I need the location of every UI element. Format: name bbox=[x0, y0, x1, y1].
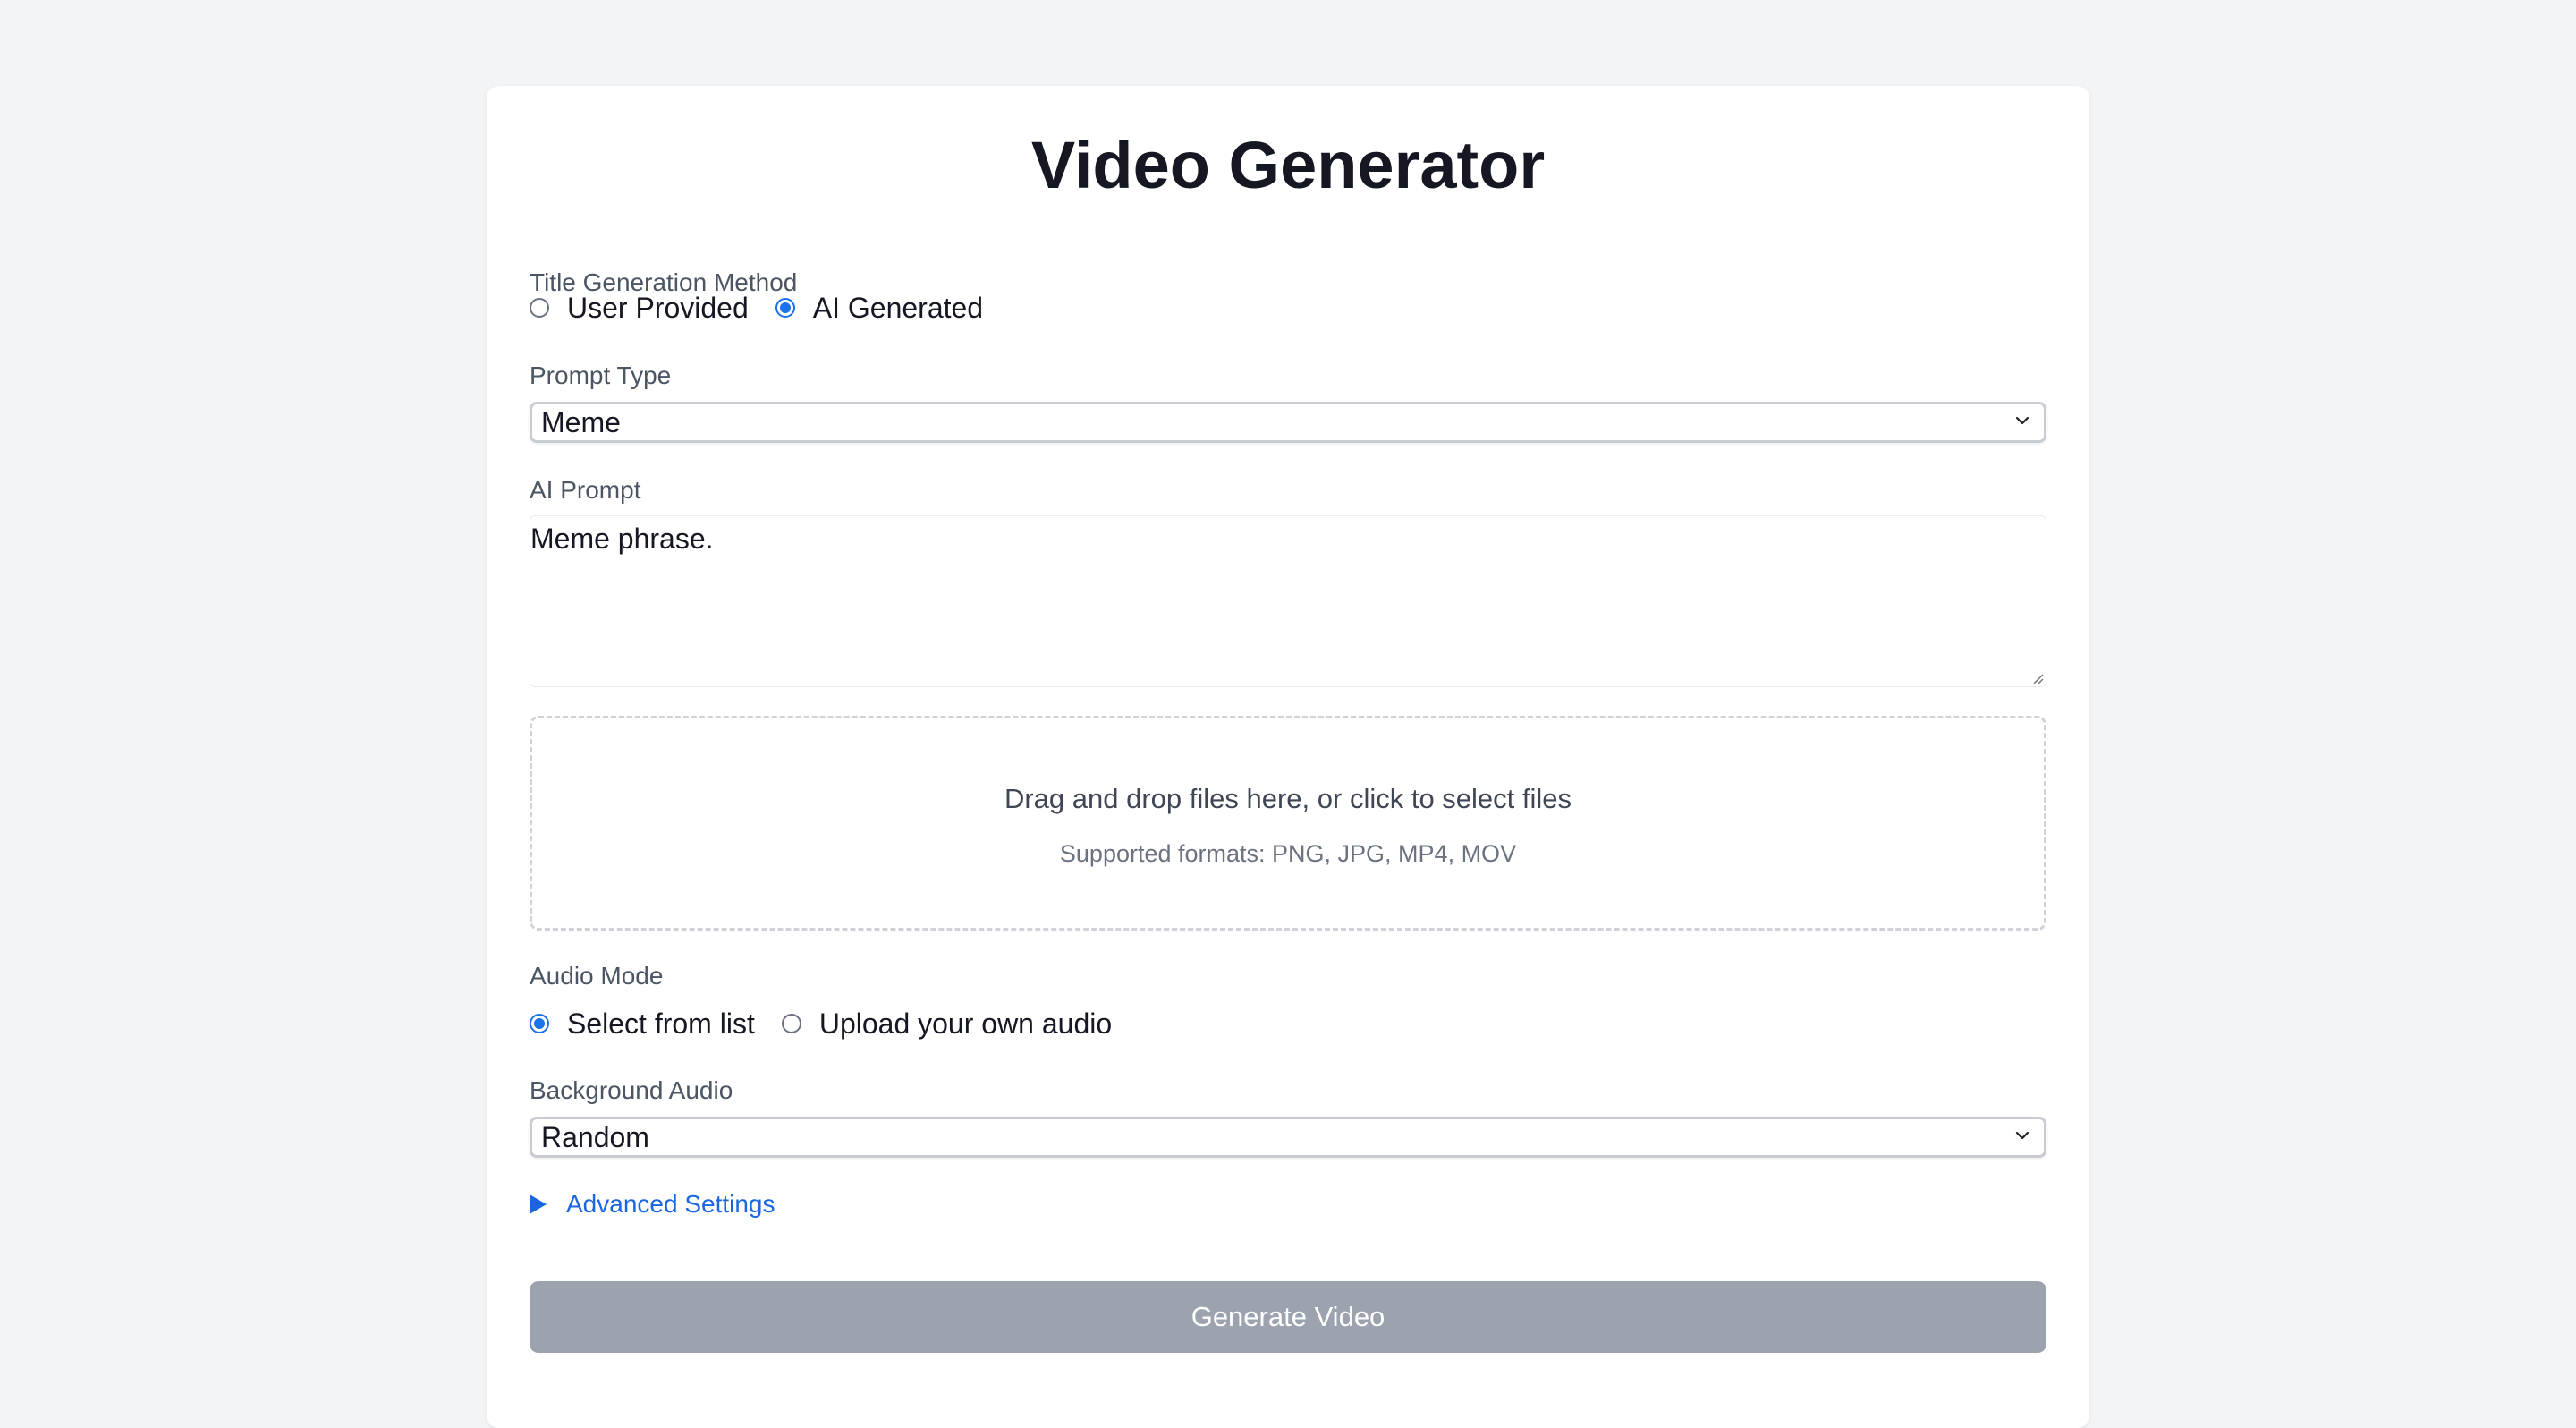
triangle-right-icon bbox=[530, 1194, 547, 1214]
radio-label-upload-audio: Upload your own audio bbox=[818, 1007, 1113, 1040]
radio-label-ai-generated: AI Generated bbox=[812, 292, 984, 324]
audio-mode-label: Audio Mode bbox=[530, 962, 664, 990]
advanced-settings-label: Advanced Settings bbox=[566, 1190, 775, 1218]
radio-option-upload-audio[interactable]: Upload your own audio bbox=[781, 1004, 1113, 1043]
ai-prompt-textarea[interactable]: Meme phrase. bbox=[530, 515, 2046, 687]
radio-option-select-from-list[interactable]: Select from list bbox=[530, 1004, 755, 1043]
radio-label-select-from-list: Select from list bbox=[567, 1007, 755, 1040]
dropzone-instructions: Drag and drop files here, or click to se… bbox=[1004, 783, 1572, 814]
radio-option-ai-generated[interactable]: AI Generated bbox=[775, 288, 983, 327]
file-dropzone[interactable]: Drag and drop files here, or click to se… bbox=[530, 716, 2046, 931]
advanced-settings-toggle[interactable]: Advanced Settings bbox=[530, 1188, 775, 1220]
radio-label-user-provided: User Provided bbox=[567, 292, 749, 324]
prompt-type-value: Meme bbox=[541, 406, 621, 438]
audio-mode-radio-group: Select from list Upload your own audio bbox=[530, 1004, 1139, 1043]
radio-option-user-provided[interactable]: User Provided bbox=[530, 288, 749, 327]
resize-handle-icon[interactable] bbox=[2029, 670, 2044, 684]
background-audio-select[interactable]: Random bbox=[530, 1117, 2046, 1158]
ai-prompt-value: Meme phrase. bbox=[530, 523, 714, 555]
ai-prompt-label: AI Prompt bbox=[530, 476, 641, 504]
radio-ai-generated[interactable] bbox=[775, 298, 795, 318]
chevron-down-icon bbox=[2015, 416, 2029, 425]
chevron-down-icon bbox=[2015, 1131, 2029, 1140]
title-method-radio-group: User Provided AI Generated bbox=[530, 288, 1010, 327]
dropzone-supported-formats: Supported formats: PNG, JPG, MP4, MOV bbox=[1059, 840, 1517, 867]
background-audio-label: Background Audio bbox=[530, 1076, 733, 1104]
prompt-type-select[interactable]: Meme bbox=[530, 402, 2046, 443]
page-title: Video Generator bbox=[1030, 128, 1546, 202]
radio-user-provided[interactable] bbox=[530, 298, 549, 318]
background-audio-value: Random bbox=[541, 1121, 649, 1153]
radio-select-from-list[interactable] bbox=[530, 1014, 549, 1033]
radio-upload-audio[interactable] bbox=[781, 1014, 801, 1033]
generate-video-button[interactable]: Generate Video bbox=[530, 1281, 2046, 1353]
prompt-type-label: Prompt Type bbox=[530, 361, 672, 389]
